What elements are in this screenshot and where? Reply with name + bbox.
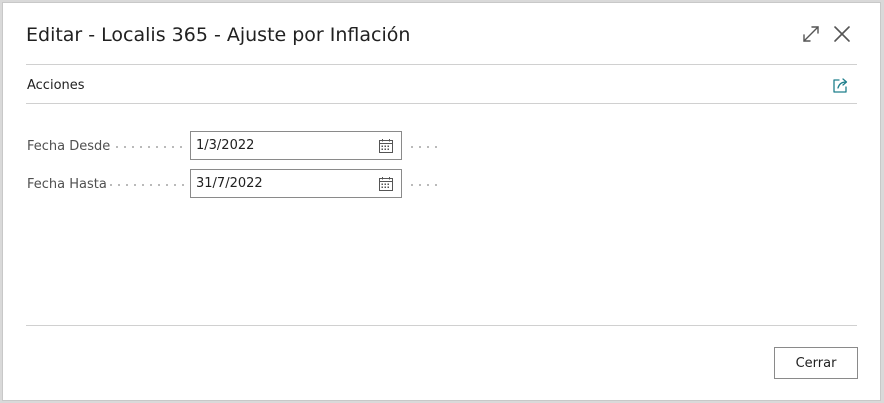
actions-divider	[26, 103, 857, 104]
fecha-desde-field[interactable]	[190, 131, 402, 160]
leader-dots	[107, 184, 185, 186]
share-icon	[833, 78, 848, 93]
fecha-desde-label: Fecha Desde	[27, 139, 111, 154]
fecha-hasta-input[interactable]	[196, 174, 366, 193]
fecha-desde-input[interactable]	[196, 136, 366, 155]
fecha-hasta-field[interactable]	[190, 169, 402, 198]
calendar-icon	[379, 139, 393, 153]
actions-menu[interactable]: Acciones	[27, 78, 85, 93]
expand-icon	[803, 26, 819, 42]
fecha-desde-calendar-button[interactable]	[378, 138, 394, 154]
dialog-title: Editar - Localis 365 - Ajuste por Inflac…	[26, 24, 411, 46]
expand-button[interactable]	[800, 23, 822, 45]
footer-divider	[26, 325, 857, 326]
trailing-dots	[408, 184, 438, 186]
fecha-hasta-calendar-button[interactable]	[378, 176, 394, 192]
share-button[interactable]	[832, 76, 850, 94]
title-divider	[26, 64, 857, 65]
calendar-icon	[379, 177, 393, 191]
trailing-dots	[408, 146, 438, 148]
close-dialog-button[interactable]	[831, 23, 853, 45]
fecha-hasta-label: Fecha Hasta	[27, 177, 107, 192]
close-icon	[834, 26, 850, 42]
edit-dialog: Editar - Localis 365 - Ajuste por Inflac…	[2, 2, 881, 401]
leader-dots	[113, 146, 185, 148]
cerrar-button[interactable]: Cerrar	[774, 347, 858, 379]
